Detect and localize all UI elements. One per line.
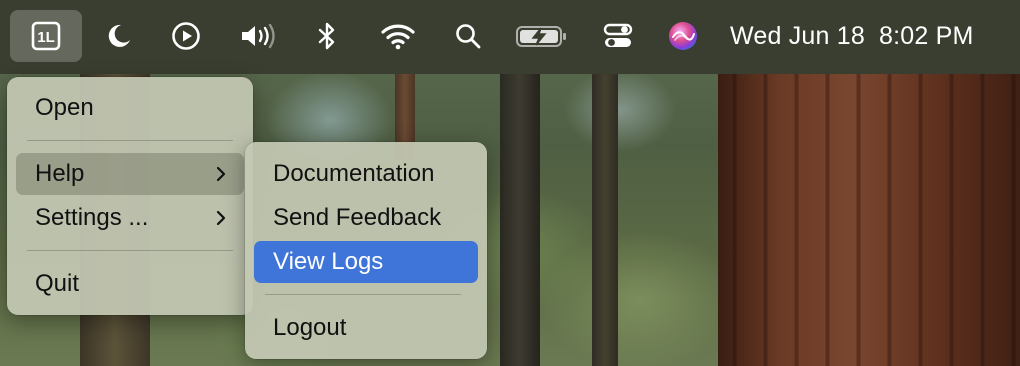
menu-separator xyxy=(265,294,461,295)
app-status-item[interactable]: 1L xyxy=(10,10,82,62)
menu-item-label: Documentation xyxy=(273,160,435,187)
submenu-item-view-logs[interactable]: View Logs xyxy=(254,241,478,283)
submenu-item-documentation[interactable]: Documentation xyxy=(254,153,478,195)
menu-item-label: Quit xyxy=(35,270,80,297)
clock-date: Wed Jun 18 xyxy=(730,21,865,50)
menu-item-label: Help xyxy=(35,160,85,187)
volume-icon xyxy=(242,23,275,49)
bluetooth-button[interactable] xyxy=(310,10,344,62)
menu-separator xyxy=(27,250,233,251)
siri-button[interactable] xyxy=(662,10,704,62)
wifi-button[interactable] xyxy=(376,10,420,62)
svg-text:1L: 1L xyxy=(37,29,55,46)
moon-icon xyxy=(108,24,130,47)
menu-item-label: View Logs xyxy=(273,248,384,275)
menu-item-quit[interactable]: Quit xyxy=(16,263,244,305)
spotlight-button[interactable] xyxy=(450,10,486,62)
focus-mode-button[interactable] xyxy=(96,10,140,62)
menu-item-label: Logout xyxy=(273,314,347,341)
wifi-icon xyxy=(381,24,415,50)
chevron-right-icon xyxy=(216,210,226,226)
menu-item-settings[interactable]: Settings ... xyxy=(16,197,244,239)
help-submenu: Documentation Send Feedback View Logs Lo… xyxy=(245,142,487,359)
play-icon xyxy=(172,22,200,50)
menu-separator xyxy=(27,140,233,141)
bluetooth-icon xyxy=(318,22,335,50)
battery-button[interactable] xyxy=(512,10,570,62)
menu-item-help[interactable]: Help xyxy=(16,153,244,195)
menu-bar: 1L Wed Jun 18 8:02 PM xyxy=(0,0,1020,74)
volume-button[interactable] xyxy=(234,10,282,62)
menu-item-label: Open xyxy=(35,94,94,121)
submenu-item-send-feedback[interactable]: Send Feedback xyxy=(254,197,478,239)
app-logo-icon: 1L xyxy=(31,21,61,51)
siri-icon xyxy=(669,22,697,50)
control-center-icon xyxy=(603,23,633,47)
search-icon xyxy=(456,24,481,49)
now-playing-button[interactable] xyxy=(164,10,208,62)
battery-charging-icon xyxy=(516,26,566,47)
control-center-button[interactable] xyxy=(598,10,638,62)
menu-item-label: Settings ... xyxy=(35,204,149,231)
chevron-right-icon xyxy=(216,166,226,182)
menu-item-label: Send Feedback xyxy=(273,204,442,231)
submenu-item-logout[interactable]: Logout xyxy=(254,307,478,349)
menu-bar-clock[interactable]: Wed Jun 18 8:02 PM xyxy=(730,10,973,62)
menu-item-open[interactable]: Open xyxy=(16,87,244,129)
app-dropdown-menu: Open Help Settings ... Quit xyxy=(7,77,253,315)
clock-time: 8:02 PM xyxy=(878,21,974,50)
